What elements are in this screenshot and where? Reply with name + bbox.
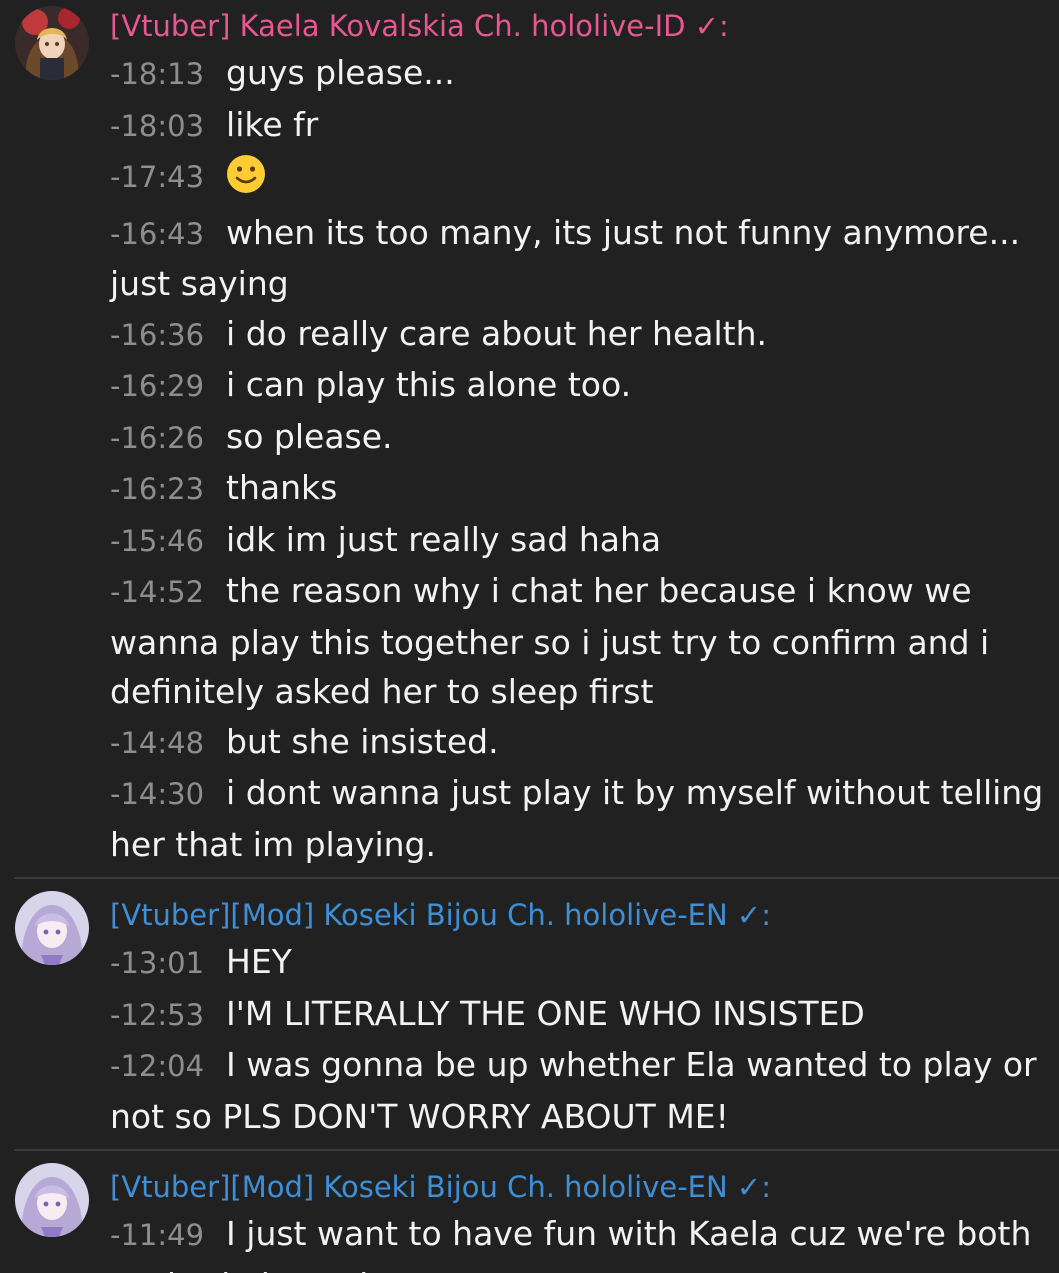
author-label: [Vtuber][Mod] Koseki Bijou Ch. hololive-… xyxy=(110,898,728,932)
message-text: but she insisted. xyxy=(226,721,499,761)
message-group-bijou: [Vtuber][Mod] Koseki Bijou Ch. hololive-… xyxy=(0,879,1059,1149)
chat-message: -16:23 thanks xyxy=(110,463,1055,515)
message-text: like fr xyxy=(226,104,319,144)
chat-message: -12:53 I'M LITERALLY THE ONE WHO INSISTED xyxy=(110,989,1055,1041)
chat-message: -17:43 xyxy=(110,151,1055,208)
verified-check-icon: ✓ xyxy=(736,1170,762,1204)
chat-message: -14:48 but she insisted. xyxy=(110,717,1055,769)
message-timestamp: -12:53 xyxy=(110,997,205,1032)
author-colon: : xyxy=(761,1170,771,1204)
author-name-bijou[interactable]: [Vtuber][Mod] Koseki Bijou Ch. hololive-… xyxy=(110,893,1055,937)
message-timestamp: -17:43 xyxy=(110,160,205,194)
message-timestamp: -16:29 xyxy=(110,369,205,403)
message-text: idk im just really sad haha xyxy=(226,519,662,559)
chat-message: -11:49 I just want to have fun with Kaela… xyxy=(110,1209,1055,1273)
author-colon: : xyxy=(719,9,729,43)
message-timestamp: -16:43 xyxy=(110,216,205,251)
message-timestamp: -16:36 xyxy=(110,317,205,352)
message-timestamp: -14:52 xyxy=(110,575,205,609)
message-text: i dont wanna just play it by myself with… xyxy=(110,773,1044,864)
author-name-kaela[interactable]: [Vtuber] Kaela Kovalskia Ch. hololive-ID… xyxy=(110,4,1055,48)
message-text: I just want to have fun with Kaela cuz w… xyxy=(110,1214,1032,1273)
message-timestamp: -12:04 xyxy=(110,1049,205,1083)
chat-message: -14:30 i dont wanna just play it by mysel… xyxy=(110,768,1055,869)
bijou-avatar-icon[interactable] xyxy=(15,1163,89,1237)
author-colon: : xyxy=(761,898,771,932)
message-timestamp: -15:46 xyxy=(110,523,205,558)
chat-message: -16:36 i do really care about her health. xyxy=(110,309,1055,361)
message-timestamp: -14:48 xyxy=(110,725,205,760)
kaela-avatar-icon[interactable] xyxy=(15,6,89,80)
message-text: when its too many, its just not funny an… xyxy=(110,212,1021,304)
chat-message: -14:52 the reason why i chat her because … xyxy=(110,566,1055,717)
message-text: I'M LITERALLY THE ONE WHO INSISTED xyxy=(226,993,865,1033)
message-text: I was gonna be up whether Ela wanted to … xyxy=(110,1045,1037,1136)
bijou-avatar-icon[interactable] xyxy=(15,891,89,965)
message-timestamp: -13:01 xyxy=(110,946,205,980)
message-text: i can play this alone too. xyxy=(226,365,632,404)
slightly-smiling-face-icon xyxy=(226,154,266,208)
message-text: the reason why i chat her because i know… xyxy=(110,571,990,711)
chat-message: -13:01 HEY xyxy=(110,937,1055,989)
message-text: i do really care about her health. xyxy=(226,313,767,353)
message-timestamp: -14:30 xyxy=(110,777,205,811)
author-label: [Vtuber][Mod] Koseki Bijou Ch. hololive-… xyxy=(110,1170,728,1204)
verified-check-icon: ✓ xyxy=(694,9,720,43)
message-group-kaela: [Vtuber] Kaela Kovalskia Ch. hololive-ID… xyxy=(0,0,1059,877)
verified-check-icon: ✓ xyxy=(736,898,762,932)
message-group-bijou-2: [Vtuber][Mod] Koseki Bijou Ch. hololive-… xyxy=(0,1151,1059,1273)
chat-log: [Vtuber] Kaela Kovalskia Ch. hololive-ID… xyxy=(0,0,1059,1273)
message-timestamp: -18:13 xyxy=(110,57,205,91)
message-timestamp: -11:49 xyxy=(110,1218,205,1252)
message-text: thanks xyxy=(226,468,338,507)
message-text: so please. xyxy=(226,416,393,456)
chat-message: -16:26 so please. xyxy=(110,412,1055,464)
author-name-bijou[interactable]: [Vtuber][Mod] Koseki Bijou Ch. hololive-… xyxy=(110,1165,1055,1209)
message-text: HEY xyxy=(226,942,292,981)
chat-message: -16:43 when its too many, its just not fu… xyxy=(110,208,1055,309)
chat-message: -15:46 idk im just really sad haha xyxy=(110,515,1055,567)
chat-message: -16:29 i can play this alone too. xyxy=(110,360,1055,412)
message-timestamp: -18:03 xyxy=(110,108,205,143)
chat-message: -18:03 like fr xyxy=(110,100,1055,152)
message-text: guys please... xyxy=(226,53,455,92)
chat-message: -18:13 guys please... xyxy=(110,48,1055,100)
message-timestamp: -16:23 xyxy=(110,472,205,506)
author-label: [Vtuber] Kaela Kovalskia Ch. hololive-ID xyxy=(110,9,686,43)
chat-message: -12:04 I was gonna be up whether Ela want… xyxy=(110,1040,1055,1141)
message-timestamp: -16:26 xyxy=(110,420,205,455)
